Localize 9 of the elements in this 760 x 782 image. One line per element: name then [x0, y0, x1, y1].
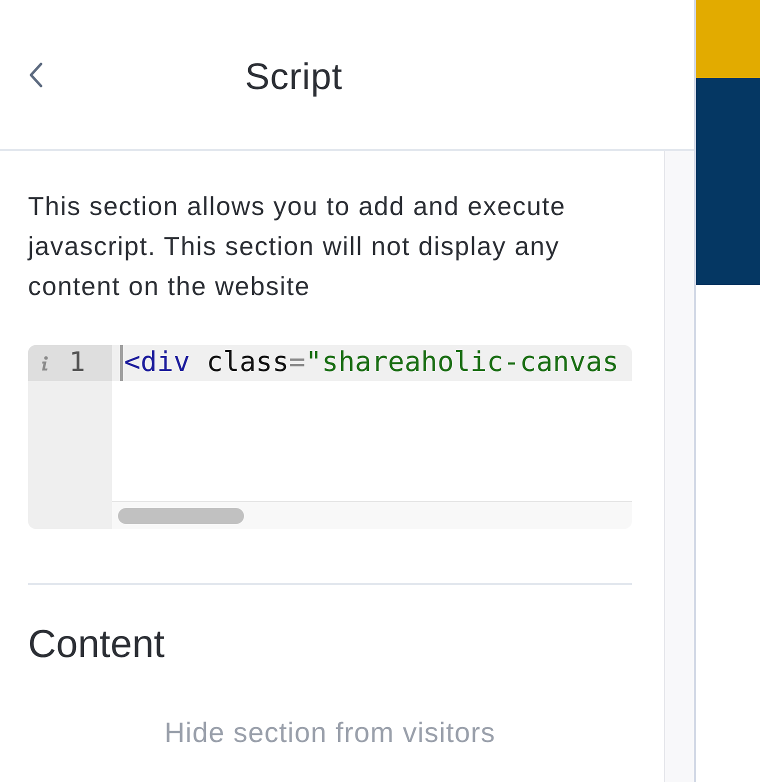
- scrollbar-thumb[interactable]: [118, 508, 244, 524]
- code-line: <div class="shareaholic-canvas: [124, 346, 619, 380]
- panel-title: Script: [245, 54, 343, 98]
- line-number: 1: [69, 346, 86, 380]
- code-editor[interactable]: 1 <div class="shareaholic-canvas: [28, 345, 632, 529]
- section-title: Content: [28, 623, 165, 667]
- chevron-left-icon: [29, 62, 43, 88]
- text-cursor: [120, 345, 123, 381]
- section-description: This section allows you to add and execute javascript. This section will not display any content on the website: [28, 190, 567, 303]
